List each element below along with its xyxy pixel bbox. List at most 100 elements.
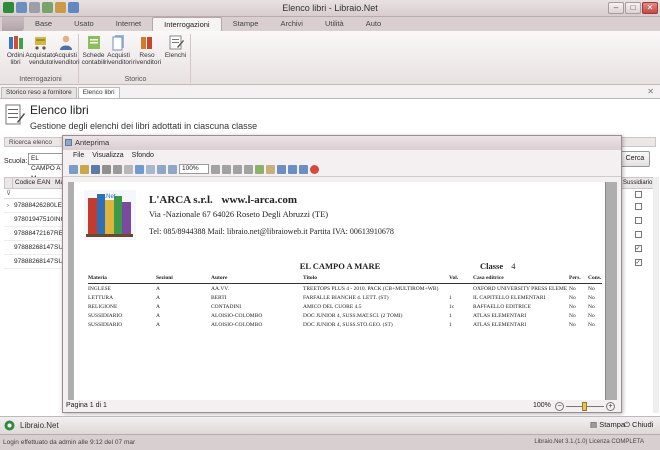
cerca-button[interactable]: Cerca xyxy=(620,151,650,167)
table-row[interactable]: 9788847216709REL xyxy=(4,227,70,241)
ribbon-tabs: Base Usato Internet Interrogazioni Stamp… xyxy=(0,17,660,31)
schede-contabili-button[interactable]: Schede contabili xyxy=(81,34,106,66)
save-icon[interactable] xyxy=(91,164,100,174)
table-row[interactable]: 9788826814742SUS xyxy=(4,241,70,255)
table-row[interactable]: ›9788842628040LET xyxy=(4,199,70,213)
school-name: EL CAMPO A MARE xyxy=(299,261,381,271)
sussidiario-checkbox[interactable]: ✓ xyxy=(634,244,642,252)
filter-row[interactable]: ⊽ xyxy=(4,189,70,199)
list-edit-header-icon xyxy=(5,104,25,125)
acquisti-rivenditori-button[interactable]: Acquisti rivenditori xyxy=(51,34,80,66)
chiudi-button[interactable]: ⏻ Chiudi xyxy=(624,420,653,430)
tab-utilita[interactable]: Utilità xyxy=(314,17,355,31)
tab-base[interactable]: Base xyxy=(24,17,63,31)
ordini-libri-label: Ordini libri xyxy=(6,52,25,66)
export-icon[interactable] xyxy=(288,164,297,174)
scale-icon[interactable] xyxy=(124,164,133,174)
sussidiario-checkbox[interactable] xyxy=(634,230,642,238)
doc-tab-storico-reso[interactable]: Storico reso a fornitore xyxy=(1,87,77,98)
next-page-icon[interactable] xyxy=(233,164,242,174)
reso-rivenditori-button[interactable]: Reso rivenditori xyxy=(131,34,163,66)
cell-titolo: AMICO DEL CUORE 4.5 xyxy=(303,304,362,310)
last-page-icon[interactable] xyxy=(244,164,253,174)
sussidiario-column: Sussidiario ✓ ✓ xyxy=(620,177,656,269)
group-interrogazioni: Ordini libri Acquistato venduto Acquisti… xyxy=(3,34,80,83)
tab-archivi[interactable]: Archivi xyxy=(269,17,314,31)
hand-tool-icon[interactable] xyxy=(135,164,144,174)
acquisti-rivenditori-storico-button[interactable]: Acquisti rivenditori xyxy=(104,34,133,66)
stampa-button[interactable]: ▤ Stampa xyxy=(590,420,625,429)
close-preview-icon[interactable] xyxy=(310,164,319,174)
page-title: Elenco libri xyxy=(30,103,89,117)
chiudi-label: Chiudi xyxy=(632,420,654,429)
acquisti-rivenditori-storico-label: Acquisti rivenditori xyxy=(104,52,133,66)
sussidiario-checkbox[interactable] xyxy=(634,202,642,210)
col-header-sussidiario[interactable]: Sussidiario xyxy=(620,177,656,189)
elenchi-button[interactable]: Elenchi xyxy=(163,34,188,66)
tab-auto[interactable]: Auto xyxy=(355,17,392,31)
cell-autore: CONTADINI xyxy=(211,304,242,310)
zoom-minus-button[interactable]: − xyxy=(555,402,564,411)
zoom-out-icon[interactable] xyxy=(157,164,166,174)
previous-page-icon[interactable] xyxy=(222,164,231,174)
col-header-codice[interactable]: Codice EAN xyxy=(13,178,55,188)
acquistato-venduto-button[interactable]: Acquistato venduto xyxy=(25,34,56,66)
page-setup-icon[interactable] xyxy=(113,164,122,174)
maximize-button[interactable]: □ xyxy=(625,2,641,14)
table-row[interactable]: 9780194751032ING xyxy=(4,213,70,227)
application-menu-button[interactable] xyxy=(2,17,24,31)
zoom-in-icon[interactable] xyxy=(168,164,177,174)
first-page-icon[interactable] xyxy=(211,164,220,174)
elenchi-label: Elenchi xyxy=(164,52,187,59)
sussidiario-checkbox[interactable]: ✓ xyxy=(634,258,642,266)
page-indicator: Pagina 1 di 1 xyxy=(66,402,107,409)
close-tab-icon[interactable]: ✕ xyxy=(647,87,654,96)
cell-sezioni: A xyxy=(156,304,160,310)
tab-internet[interactable]: Internet xyxy=(105,17,152,31)
magnifier-icon[interactable] xyxy=(146,164,155,174)
tab-interrogazioni[interactable]: Interrogazioni xyxy=(152,17,222,31)
zoom-select[interactable]: 100% xyxy=(179,164,209,174)
email-icon[interactable] xyxy=(299,164,308,174)
app-name: Libraio.Net xyxy=(20,421,59,430)
cell-cons: No xyxy=(588,286,595,292)
company-header: L'ARCA s.r.l. www.l-arca.com xyxy=(149,194,297,206)
cell-cons: No xyxy=(588,304,595,310)
doc-tab-elenco-libri[interactable]: Elenco libri xyxy=(77,87,120,98)
ordini-libri-button[interactable]: Ordini libri xyxy=(3,34,28,66)
watermark-icon[interactable] xyxy=(277,164,286,174)
zoom-slider-thumb[interactable] xyxy=(582,402,587,411)
minimize-button[interactable]: – xyxy=(608,2,624,14)
col-sezioni: Sezioni xyxy=(156,275,173,281)
table-row[interactable]: 9788826814766SUS xyxy=(4,255,70,269)
report-row: LETTURA A BERTI FARFALLE BIANCHE 4. LETT. (… xyxy=(88,294,602,303)
zoom-plus-button[interactable]: + xyxy=(606,402,615,411)
open-icon[interactable] xyxy=(80,164,89,174)
filter-checkbox[interactable] xyxy=(634,190,642,198)
row-selector-icon: › xyxy=(6,202,10,209)
scuola-select[interactable]: EL CAMPO A M xyxy=(28,153,64,182)
cell-casa-editrice: ATLAS ELEMENTARI xyxy=(473,313,527,319)
classe-value: 4 xyxy=(511,261,516,271)
color-icon[interactable] xyxy=(266,164,275,174)
menu-file[interactable]: File xyxy=(73,150,84,162)
close-button[interactable]: ✕ xyxy=(642,2,658,14)
sussidiario-checkbox[interactable] xyxy=(634,216,642,224)
books-grid: Codice EAN Ma ⊽ ›9788842628040LET 978019… xyxy=(4,177,70,269)
books-logo-icon: .Net xyxy=(84,190,136,240)
company-contacts: Tel: 085/8944388 Mail: libraio.net@libra… xyxy=(149,227,394,236)
ribbon: Ordini libri Acquistato venduto Acquisti… xyxy=(0,31,660,85)
preview-title-bar: Anteprima xyxy=(63,136,621,150)
menu-sfondo[interactable]: Sfondo xyxy=(132,150,154,162)
print-icon[interactable] xyxy=(102,164,111,174)
company-address: Via -Nazionale 67 64026 Roseto Degli Abr… xyxy=(149,209,329,219)
multi-page-icon[interactable] xyxy=(255,164,264,174)
document-stack-icon xyxy=(112,35,124,51)
search-icon[interactable] xyxy=(69,164,78,174)
preview-window: Anteprima File Visualizza Sfondo 100% .N… xyxy=(62,135,622,413)
tab-usato[interactable]: Usato xyxy=(63,17,105,31)
grid-scrollbar[interactable] xyxy=(653,177,659,413)
cell-titolo: DOC JUNIOR 4, SUSS.STO.GEO. (ST) xyxy=(303,322,393,328)
tab-stampe[interactable]: Stampe xyxy=(222,17,270,31)
menu-visualizza[interactable]: Visualizza xyxy=(92,150,123,162)
